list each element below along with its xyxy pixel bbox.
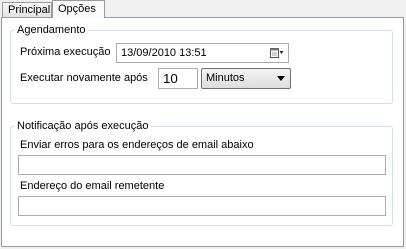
- agendamento-group-title: Agendamento: [17, 24, 86, 36]
- tab-strip: Principal Opções: [0, 0, 406, 18]
- interval-unit-selected: Minutos: [206, 72, 245, 84]
- executar-novamente-label: Executar novamente após: [20, 72, 148, 84]
- tab-opcoes[interactable]: Opções: [52, 0, 105, 18]
- email-remetente-input[interactable]: [18, 196, 386, 216]
- calendar-dropdown-icon[interactable]: [270, 47, 284, 59]
- proxima-execucao-datetime-picker[interactable]: 13/09/2010 13:51: [116, 43, 289, 63]
- email-destinatarios-input[interactable]: [18, 155, 386, 175]
- agendamento-group: Agendamento: [10, 24, 393, 104]
- proxima-execucao-value: 13/09/2010 13:51: [121, 47, 207, 59]
- interval-unit-select[interactable]: Minutos: [201, 68, 291, 89]
- email-remetente-label: Endereço do email remetente: [20, 180, 165, 192]
- notificacao-group-title: Notificação após execução: [17, 120, 149, 132]
- enviar-erros-label: Enviar erros para os endereços de email …: [20, 139, 254, 151]
- interval-value-input[interactable]: [158, 68, 198, 89]
- chevron-down-icon: [277, 76, 285, 81]
- tab-principal[interactable]: Principal: [2, 2, 52, 17]
- proxima-execucao-label: Próxima execução: [20, 46, 111, 58]
